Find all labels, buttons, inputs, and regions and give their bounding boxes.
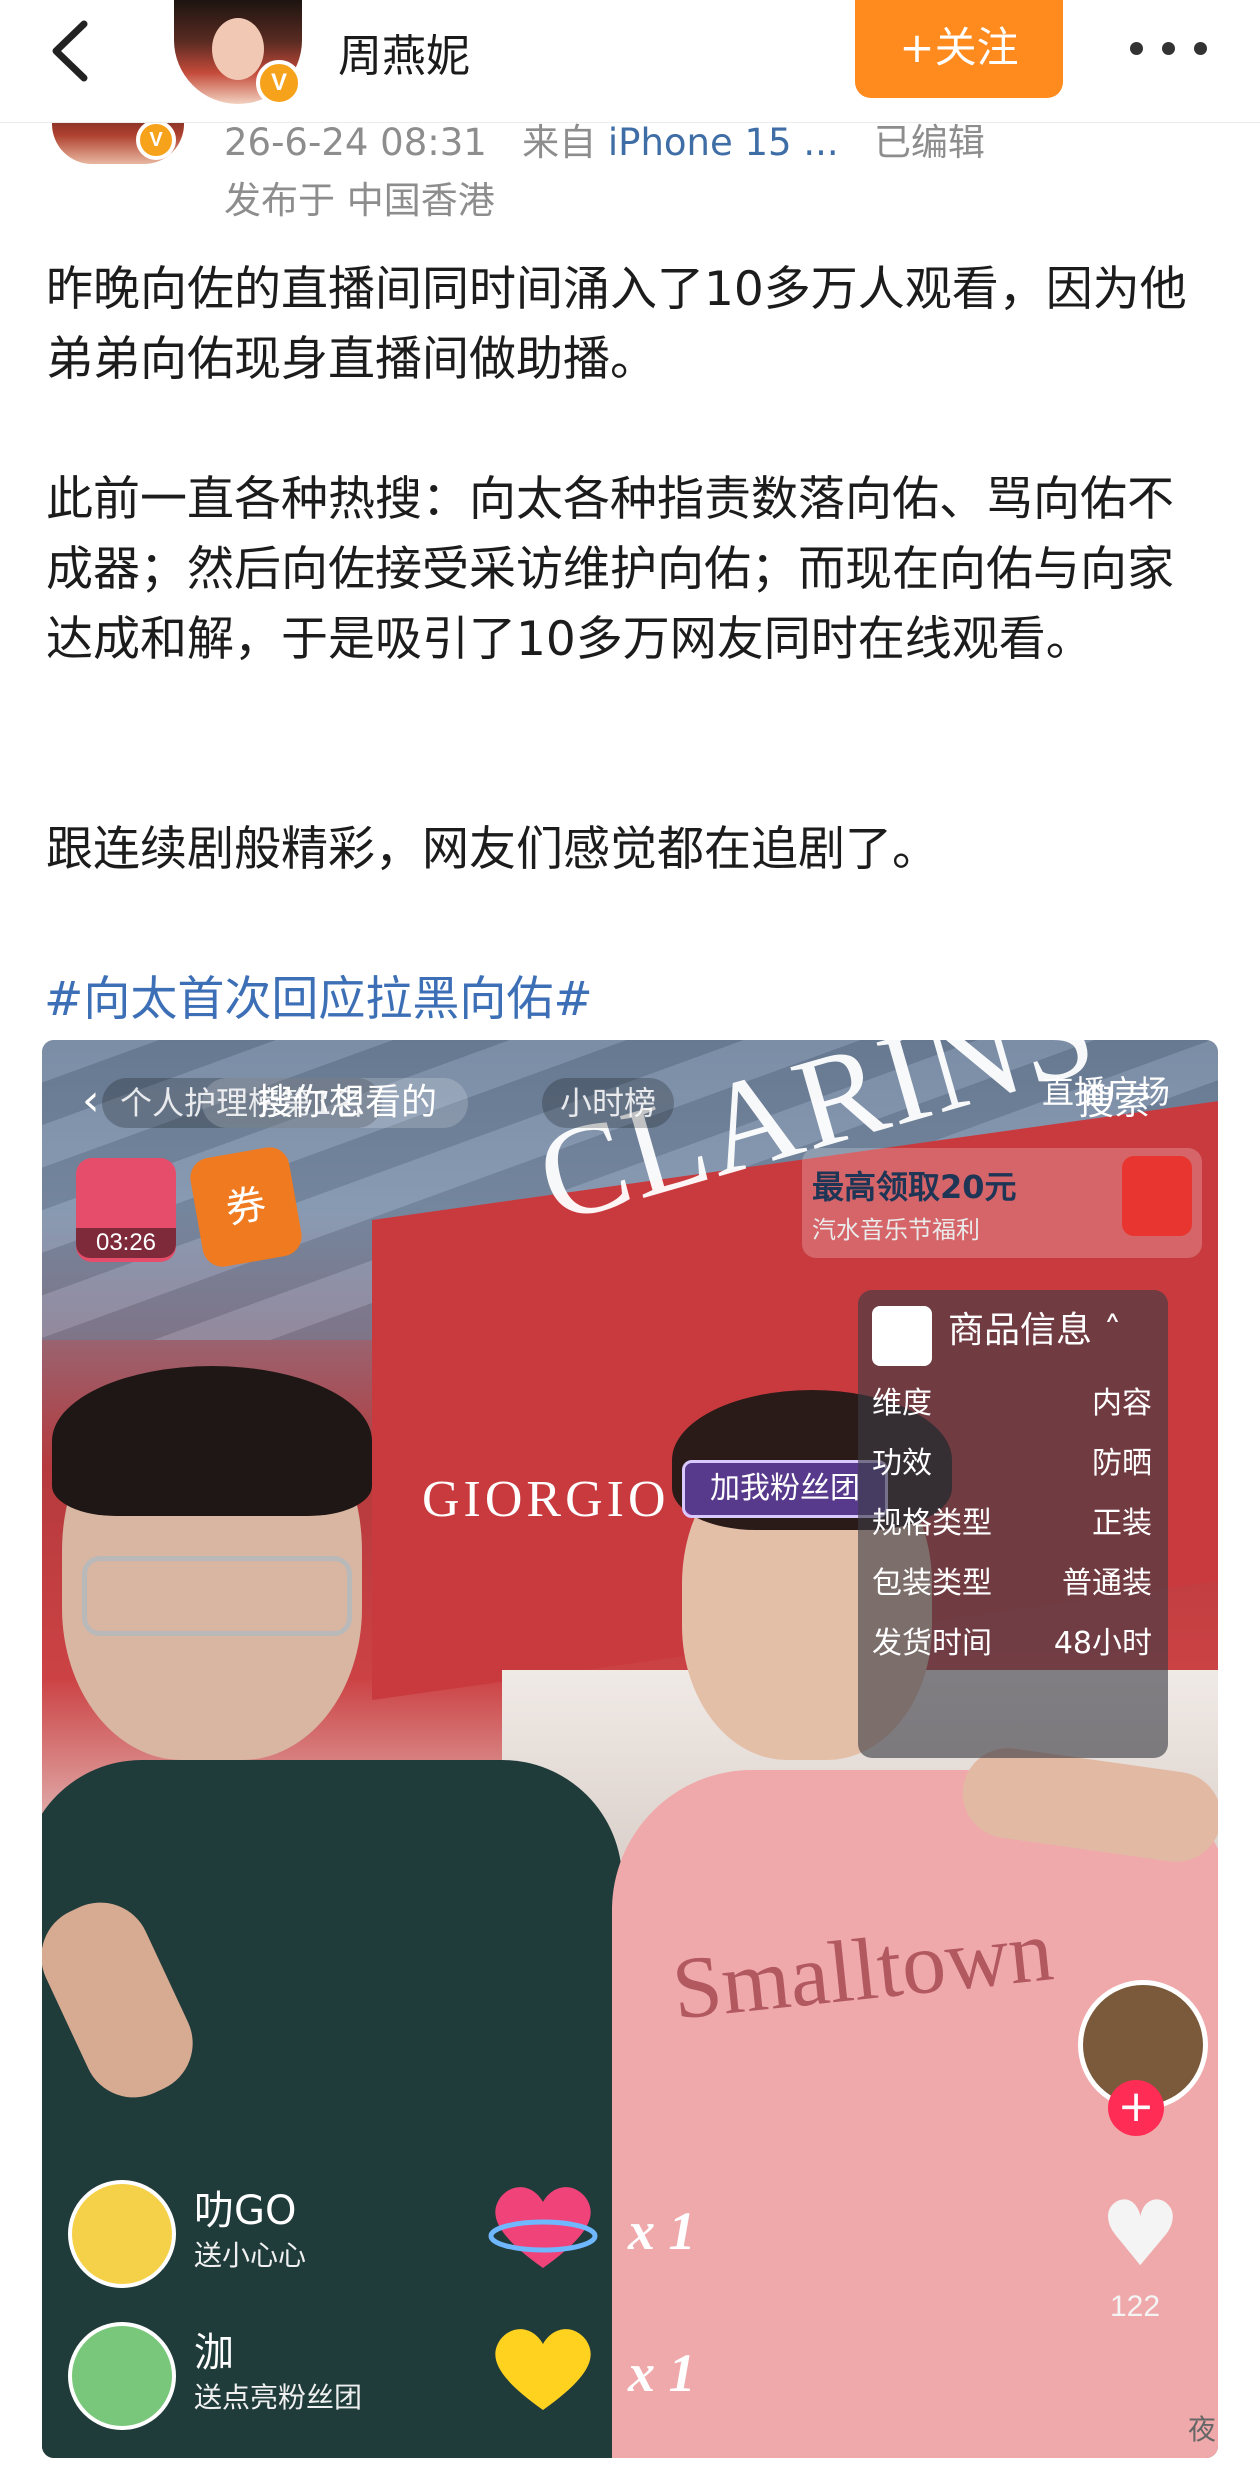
gift-bag-icon[interactable]: 03:26 (76, 1158, 176, 1262)
author-name[interactable]: 周燕妮 (338, 20, 470, 84)
like-count: 122 (1110, 2290, 1161, 2323)
product-thumbnail (872, 1306, 932, 1366)
gifter-name: 泇 (194, 2330, 234, 2376)
avatar-face (212, 18, 264, 80)
gift-message-row: 泇 送点亮粉丝团 x 1 (68, 2312, 788, 2432)
heart-gift-icon (488, 2187, 598, 2268)
product-attr-value: 内容 (1092, 1386, 1152, 1421)
product-attr-key: 发货时间 (872, 1626, 992, 1661)
gifter-avatar (68, 2180, 176, 2288)
watermark-text: 夜 (1188, 2413, 1217, 2446)
post-paragraph-2: 此前一直各种热搜：向太各种指责数落向佑、骂向佑不成器；然后向佐接受采访维护向佑；… (46, 472, 1174, 667)
like-heart-icon[interactable]: ♥ (1100, 2190, 1190, 2280)
product-attr-key: 包装类型 (872, 1566, 992, 1601)
host-left-hair (52, 1366, 372, 1516)
gifter-name: 叻GO (194, 2188, 297, 2234)
product-card-header[interactable]: 商品信息 ˄ (858, 1290, 1168, 1370)
product-card-title: 商品信息 ˄ (948, 1310, 1122, 1351)
live-top-overlay: 个人护理榜第1名 ‹ 搜你想看的 小时榜 直播广场 搜索 (82, 1060, 1218, 1140)
gift-count: x 1 (628, 2201, 696, 2261)
product-attr-value: 正装 (1092, 1506, 1152, 1541)
promo-banner[interactable]: 最高领取20元 汽水音乐节福利 (802, 1148, 1202, 1258)
product-attr-row: 维度 内容 (872, 1374, 1152, 1434)
gold-heart-gift-icon (495, 2329, 591, 2410)
product-attr-row: 功效 防晒 (872, 1434, 1152, 1494)
verified-badge-icon: V (256, 60, 302, 106)
gift-bag-timer: 03:26 (76, 1228, 176, 1258)
live-search-button[interactable]: 搜索 (1078, 1078, 1150, 1128)
follow-plus-icon[interactable]: + (1108, 2080, 1164, 2136)
product-attr-value: 普通装 (1062, 1566, 1152, 1601)
product-attr-row: 发货时间 48小时 (872, 1614, 1152, 1674)
more-options-icon[interactable] (1120, 28, 1220, 68)
live-search-placeholder: 搜你想看的 (257, 1082, 438, 1123)
post-date: 26-6-24 08:31 (224, 121, 487, 164)
gift-description: 送点亮粉丝团 (194, 2381, 363, 2414)
back-arrow-icon[interactable] (42, 16, 102, 86)
post-location: 发布于 中国香港 (224, 179, 495, 222)
gift-description: 送小心心 (194, 2239, 307, 2272)
red-envelope-icon (1122, 1156, 1192, 1236)
post-edited-label[interactable]: 已编辑 (874, 121, 985, 164)
live-hour-rank-chip[interactable]: 小时榜 (542, 1078, 675, 1128)
top-nav-bar: V 周燕妮 +关注 (0, 0, 1260, 123)
product-attr-value: 防晒 (1092, 1446, 1152, 1481)
promo-subtitle: 汽水音乐节福利 (812, 1216, 980, 1244)
product-info-card[interactable]: 商品信息 ˄ 维度 内容 功效 防晒 规格类型 正装 包装类型 普通装 发货时间… (858, 1290, 1168, 1758)
verified-badge-small-icon: V (136, 120, 176, 160)
post-paragraph-1: 昨晚向佐的直播间同时间涌入了10多万人观看，因为他弟弟向佑现身直播间做助播。 (46, 262, 1187, 387)
product-attr-key: 规格类型 (872, 1506, 992, 1541)
host-left-glasses (82, 1556, 352, 1636)
product-attr-key: 维度 (872, 1386, 932, 1421)
gift-message-row: 叻GO 送小心心 x 1 (68, 2170, 788, 2290)
product-attr-row: 规格类型 正装 (872, 1494, 1152, 1554)
host-person-left (42, 1366, 622, 2458)
coupon-icon[interactable]: 券 (187, 1144, 305, 1270)
follow-button[interactable]: +关注 (855, 0, 1063, 98)
topic-hashtag-link[interactable]: #向太首次回应拉黑向佑# (44, 960, 593, 1029)
post-paragraph-3: 跟连续剧般精彩，网友们感觉都在追剧了。 (46, 822, 939, 877)
post-device-source[interactable]: iPhone 15 ... (608, 121, 839, 164)
product-attr-value: 48小时 (1053, 1626, 1152, 1661)
product-attr-row: 包装类型 普通装 (872, 1554, 1152, 1614)
post-image-livestream[interactable]: CLARINS GIORGIO Smalltown 个人护理榜第1名 ‹ 搜你想… (42, 1040, 1218, 2458)
gifter-avatar (68, 2322, 176, 2430)
promo-title: 最高领取20元 (812, 1168, 1017, 1206)
live-back-icon[interactable]: ‹ (82, 1076, 122, 1126)
post-from-label: 来自 (522, 121, 597, 164)
product-attr-key: 功效 (872, 1446, 932, 1481)
gift-count: x 1 (628, 2343, 696, 2403)
